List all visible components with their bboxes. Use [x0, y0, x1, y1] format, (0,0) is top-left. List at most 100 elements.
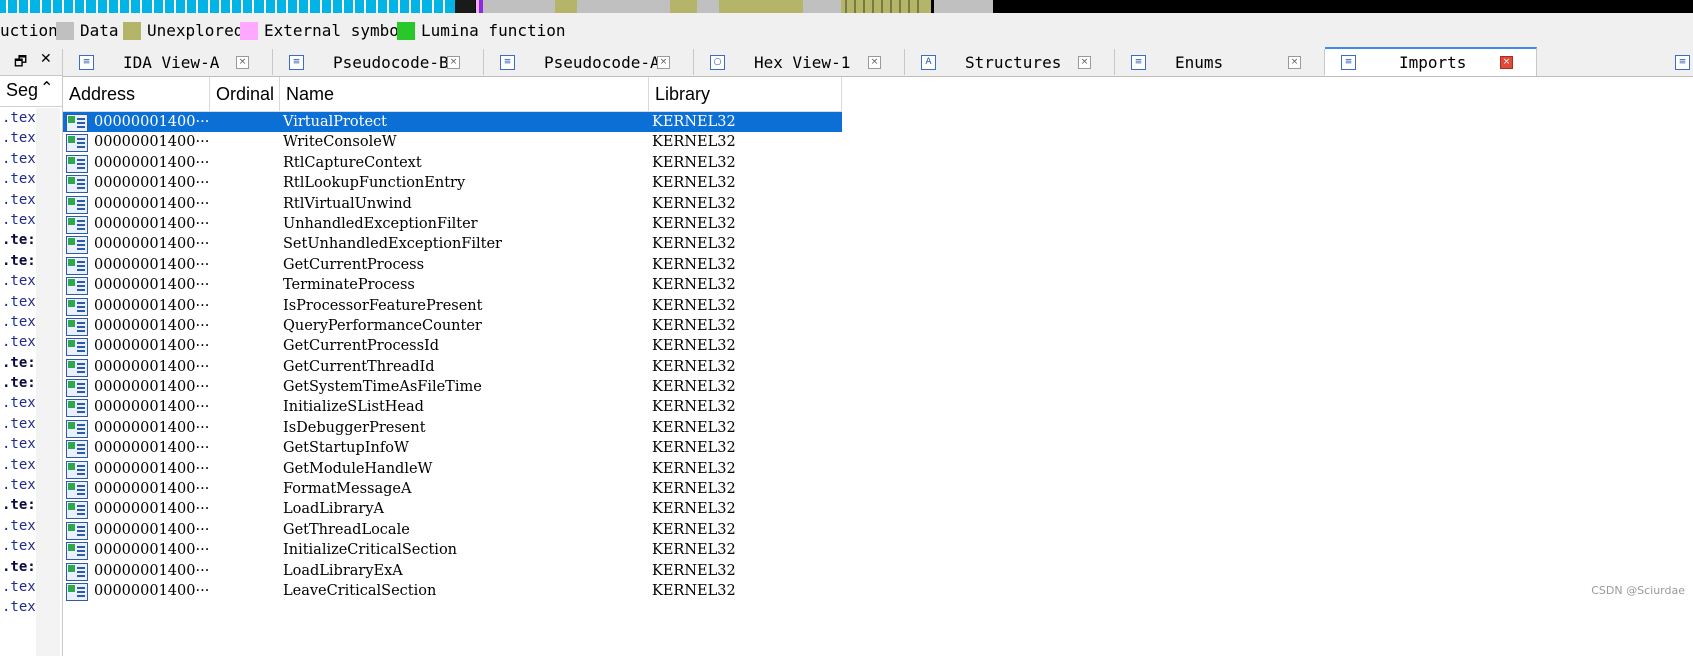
table-row[interactable]: 00000001400··· GetCurrentProcessId KERNEL3… — [63, 336, 842, 357]
nav-band-segment[interactable] — [62, 0, 64, 13]
nav-band-segment[interactable] — [555, 0, 577, 13]
close-tab-icon[interactable]: × — [1078, 56, 1091, 69]
close-icon[interactable]: ✕ — [40, 51, 52, 67]
nav-band-segment[interactable] — [899, 0, 901, 13]
nav-band-segment[interactable] — [881, 0, 883, 13]
nav-band-segment[interactable] — [241, 0, 244, 13]
segment-row[interactable]: .te: — [0, 373, 35, 393]
table-row[interactable]: 00000001400··· QueryPerformanceCounter KER… — [63, 316, 842, 336]
navigation-band[interactable] — [0, 0, 1693, 13]
table-row[interactable]: 00000001400··· LoadLibraryExA KERNEL32 — [63, 561, 842, 581]
tab-imports[interactable]: ≡ Imports × — [1325, 47, 1537, 76]
close-tab-icon[interactable]: × — [657, 56, 670, 69]
nav-band-segment[interactable] — [174, 0, 176, 13]
segment-row[interactable]: .tex — [0, 516, 35, 536]
segment-row[interactable]: .tex — [0, 393, 35, 413]
table-row[interactable]: 00000001400··· RtlCaptureContext KERNEL32 — [63, 153, 842, 173]
nav-band-segment[interactable] — [854, 0, 856, 13]
nav-band-segment[interactable] — [73, 0, 76, 13]
nav-band-segment[interactable] — [863, 0, 865, 13]
segments-column-header[interactable]: Seg ⌃ — [0, 76, 62, 107]
nav-band-segment[interactable] — [218, 0, 221, 13]
nav-band-segment[interactable] — [908, 0, 910, 13]
tab-enums[interactable]: ≡ Enums × — [1115, 49, 1325, 75]
nav-band-segment[interactable] — [17, 0, 20, 13]
nav-band-segment[interactable] — [697, 0, 719, 13]
column-header-name[interactable]: Name — [280, 77, 649, 111]
table-row[interactable]: 00000001400··· FormatMessageA KERNEL32 — [63, 479, 842, 500]
nav-band-segment[interactable] — [140, 0, 143, 13]
segment-row[interactable]: .tex — [0, 271, 35, 291]
nav-band-segment[interactable] — [330, 0, 333, 13]
table-row[interactable]: 00000001400··· RtlLookupFunctionEntry KERN… — [63, 173, 842, 194]
tab-ida-view-a[interactable]: ≡ IDA View-A × — [63, 49, 273, 75]
nav-band-segment[interactable] — [442, 0, 445, 13]
nav-band-segment[interactable] — [483, 0, 555, 13]
nav-band-segment[interactable] — [342, 0, 344, 13]
nav-band-segment[interactable] — [263, 0, 266, 13]
nav-band-segment[interactable] — [917, 0, 919, 13]
nav-band-segment[interactable] — [375, 0, 378, 13]
segment-row[interactable]: .tex — [0, 332, 35, 352]
table-row[interactable]: 00000001400··· GetStartupInfoW KERNEL32 — [63, 438, 842, 459]
nav-band-segment[interactable] — [50, 0, 53, 13]
chevron-up-icon[interactable]: ⌃ — [40, 78, 53, 97]
nav-band-segment[interactable] — [934, 0, 993, 13]
nav-band-segment[interactable] — [577, 0, 670, 13]
nav-band-segment[interactable] — [84, 0, 87, 13]
nav-band-segment[interactable] — [6, 0, 8, 13]
nav-band-segment[interactable] — [670, 0, 697, 13]
table-row[interactable]: 00000001400··· UnhandledExceptionFilter KE… — [63, 214, 842, 234]
close-tab-icon[interactable]: × — [1500, 56, 1513, 69]
nav-band-segment[interactable] — [890, 0, 892, 13]
nav-band-segment[interactable] — [39, 0, 42, 13]
nav-band-segment[interactable] — [286, 0, 288, 13]
tab-hex-view-1[interactable]: ○ Hex View-1 × — [694, 49, 905, 75]
table-row[interactable]: 00000001400··· IsDebuggerPresent KERNEL32 — [63, 418, 842, 438]
segment-row[interactable]: .te: — [0, 251, 35, 271]
table-row[interactable]: 00000001400··· IsProcessorFeaturePresent K… — [63, 296, 842, 316]
column-header-address[interactable]: Address — [63, 77, 210, 111]
segment-row[interactable]: .tex — [0, 475, 35, 495]
column-header-ordinal[interactable]: Ordinal — [210, 77, 280, 111]
segments-scrollbar[interactable] — [36, 108, 60, 656]
nav-band-segment[interactable] — [162, 0, 165, 13]
table-row[interactable]: 00000001400··· GetCurrentThreadId KERNEL32 — [63, 357, 842, 377]
table-row[interactable]: 00000001400··· TerminateProcess KERNEL32 — [63, 275, 842, 296]
nav-band-segment[interactable] — [230, 0, 232, 13]
restore-window-icon[interactable]: 🗗 — [14, 51, 27, 75]
nav-band-segment[interactable] — [274, 0, 277, 13]
nav-band-segment[interactable] — [398, 0, 400, 13]
nav-band-segment[interactable] — [297, 0, 300, 13]
nav-band-segment[interactable] — [353, 0, 356, 13]
table-row[interactable]: 00000001400··· GetThreadLocale KERNEL32 — [63, 520, 842, 540]
segment-row[interactable]: .tex — [0, 536, 35, 556]
nav-band-segment[interactable] — [196, 0, 199, 13]
segment-row[interactable]: .tex — [0, 149, 35, 169]
nav-band-segment[interactable] — [185, 0, 188, 13]
table-row[interactable]: 00000001400··· GetSystemTimeAsFileTime KER… — [63, 377, 842, 398]
nav-band-segment[interactable] — [106, 0, 109, 13]
table-row[interactable]: 00000001400··· WriteConsoleW KERNEL32 — [63, 132, 842, 153]
segment-row[interactable]: .tex — [0, 597, 35, 617]
segment-row[interactable]: .tex — [0, 577, 35, 597]
segment-row[interactable]: .tex — [0, 434, 35, 454]
nav-band-segment[interactable] — [151, 0, 154, 13]
table-row[interactable]: 00000001400··· InitializeSListHead KERNEL3… — [63, 397, 842, 418]
tab-pseudocode-a[interactable]: ≡ Pseudocode-A × — [484, 49, 694, 75]
nav-band-segment[interactable] — [207, 0, 210, 13]
segment-row[interactable]: .tex — [0, 190, 35, 210]
nav-band-segment[interactable] — [719, 0, 803, 13]
close-tab-icon[interactable]: × — [1288, 56, 1301, 69]
nav-band-segment[interactable] — [319, 0, 322, 13]
segment-row[interactable]: .tex — [0, 128, 35, 148]
segment-row[interactable]: .te: — [0, 495, 35, 515]
nav-band-segment[interactable] — [364, 0, 367, 13]
nav-band-segment[interactable] — [95, 0, 98, 13]
table-row[interactable]: 00000001400··· GetModuleHandleW KERNEL32 — [63, 459, 842, 479]
nav-band-segment[interactable] — [845, 0, 847, 13]
table-row[interactable]: 00000001400··· LoadLibraryA KERNEL32 — [63, 499, 842, 520]
nav-band-segment[interactable] — [118, 0, 120, 13]
column-header-library[interactable]: Library — [649, 77, 842, 111]
segment-row[interactable]: .te: — [0, 230, 35, 250]
